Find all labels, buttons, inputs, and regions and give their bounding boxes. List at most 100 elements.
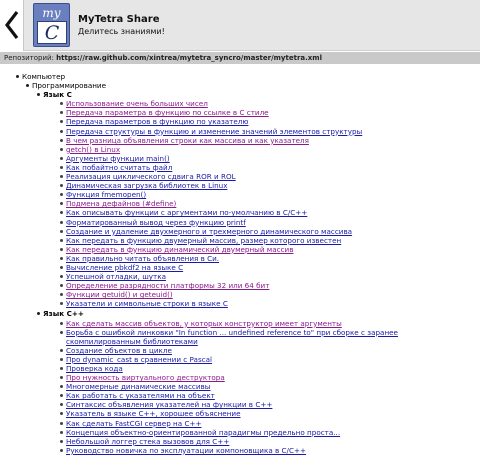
note-link[interactable]: Про dynamic_cast в сравнении с Pascal [60,355,480,364]
note-link[interactable]: Форматированный вывод через функцию prin… [60,218,480,227]
note-link[interactable]: Указатель в языке C++, хорошее объяснени… [60,409,480,419]
note-link[interactable]: getch() в Linux [60,145,480,154]
note-title: Как побайтно считать файл [66,162,173,172]
tree-node-label[interactable]: Язык C [37,90,480,99]
note-link[interactable]: Динамическая загрузка библиотек в Linux [60,181,480,191]
note-title: Как работать с указателями на объект [66,391,215,401]
note-link[interactable]: Использование очень больших чисел [60,99,480,108]
repository-url[interactable]: https://raw.github.com/xintrea/mytetra_s… [56,54,322,62]
bullet-icon [60,448,63,452]
tree-node-label[interactable]: Компьютер [16,72,480,81]
note-link[interactable]: Концепция объектно-ориентированной парад… [60,428,480,437]
notes-tree: Компьютер Программирование Язык C Исполь… [0,72,480,455]
note-list-item: Как правильно читать объявления в Си. [60,254,480,263]
note-list-item: Функции getuid() и geteuid() [60,290,480,299]
note-list-item: Передача параметров в функцию по указате… [60,117,480,126]
note-link[interactable]: Успешной отладки, шутка [60,272,480,281]
note-list-item: Как побайтно считать файл [60,162,480,172]
note-link[interactable]: Как передать в функцию динамический двум… [60,245,480,254]
bullet-icon [60,367,63,370]
note-title: Борьба с ошибкой линковки "In function .… [66,327,398,346]
note-link[interactable]: Функция fmemopen() [60,190,480,200]
bullet-icon [60,175,63,179]
bullet-icon [60,439,63,443]
note-link[interactable]: Как работать с указателями на объект [60,391,480,401]
note-link[interactable]: Аргументы функции main() [60,153,480,163]
tree-node-label[interactable]: Язык C++ [37,309,480,318]
bullet-icon [60,256,63,260]
note-list-item: Руководство новичка по эксплуатации комп… [60,445,480,455]
note-title: Подмена дефайнов (#define) [66,199,177,209]
note-link[interactable]: Вычисление pbkdf2 на языке C [60,263,480,272]
note-title: Небольшой логгер стека вызовов для C++ [66,436,230,446]
note-list-item: Указатель в языке C++, хорошее объяснени… [60,409,480,419]
note-title: Руководство новичка по эксплуатации комп… [66,445,307,455]
note-link[interactable]: Как побайтно считать файл [60,162,480,172]
bullet-icon [60,229,63,233]
note-link[interactable]: Синтаксис объявления указателей на функц… [60,400,480,409]
bullet-icon [26,84,29,88]
note-link[interactable]: Определение разрядности платформы 32 или… [60,281,480,290]
tree-node-lang-c: Язык C Использование очень больших чисел… [37,90,480,308]
bullet-icon [60,330,63,334]
note-list-item: Синтаксис объявления указателей на функц… [60,400,480,409]
bullet-icon [60,293,63,297]
note-list-item: Динамическая загрузка библиотек в Linux [60,181,480,191]
note-title: Проверка кода [66,364,123,373]
note-link[interactable]: Борьба с ошибкой линковки "In function .… [60,327,436,346]
note-title: В чем разница объявления строки как масс… [66,135,309,145]
bullet-icon [60,394,63,398]
bullet-icon [60,376,63,380]
note-list-item: Борьба с ошибкой линковки "In function .… [60,327,480,346]
note-list-item: Создание и удаление двухмерного и трехме… [60,226,480,236]
note-link[interactable]: В чем разница объявления строки как масс… [60,135,480,145]
note-title: Динамическая загрузка библиотек в Linux [66,181,228,191]
note-link[interactable]: Про нужность виртуального деструктора [60,373,480,382]
note-list-item: Успешной отладки, шутка [60,272,480,281]
note-title: Как сделать FastCGI сервер на C++ [66,418,202,428]
bullet-icon [16,75,19,78]
note-title: Реализация циклического сдвига ROR и ROL [66,172,236,182]
note-link[interactable]: Многомерные динамические массивы [60,382,480,391]
note-list-item: Передача параметра в функцию по ссылке в… [60,108,480,117]
bullet-icon [60,102,63,106]
bullet-icon [60,385,63,389]
note-link[interactable]: Передача параметра в функцию по ссылке в… [60,108,480,117]
note-title: Аргументы функции main() [66,153,170,163]
note-link[interactable]: Указатели и символьные строки в языке C [60,299,480,308]
note-link[interactable]: Передача структуры в функцию и изменение… [60,126,480,136]
note-link[interactable]: Функции getuid() и geteuid() [60,290,480,299]
tree-node-programming: Программирование Язык C Использование оч… [26,81,480,455]
note-title: Как описывать функции с аргументами по-у… [66,208,308,218]
note-link[interactable]: Небольшой логгер стека вызовов для C++ [60,436,480,446]
note-link[interactable]: Передача параметров в функцию по указате… [60,117,480,126]
note-list-item: Создание объектов в цикле [60,346,480,355]
note-link[interactable]: Создание объектов в цикле [60,346,480,355]
cpp-note-list: Как сделать массив объектов, у которых к… [43,319,480,455]
note-title: Как передать в функцию двумерный массив,… [66,235,342,245]
note-link[interactable]: Как сделать массив объектов, у которых к… [60,319,480,328]
note-link[interactable]: Как правильно читать объявления в Си. [60,254,480,263]
note-link[interactable]: Как сделать FastCGI сервер на C++ [60,418,480,428]
bullet-icon [60,421,63,425]
note-list-item: Как передать в функцию двумерный массив,… [60,235,480,245]
note-title: Указатель в языке C++, хорошее объяснени… [66,409,241,419]
app-subtitle: Делитесь знаниями! [78,27,165,36]
note-title: Функция fmemopen() [66,190,147,200]
bullet-icon [60,247,63,251]
note-link[interactable]: Подмена дефайнов (#define) [60,199,480,209]
tree-node-label[interactable]: Программирование [26,81,480,90]
bullet-icon [60,357,63,361]
note-link[interactable]: Как описывать функции с аргументами по-у… [60,208,480,218]
note-link[interactable]: Реализация циклического сдвига ROR и ROL [60,172,480,182]
note-title: Создание и удаление двухмерного и трехме… [66,226,353,236]
back-button[interactable] [0,0,24,51]
note-link[interactable]: Руководство новичка по эксплуатации комп… [60,445,480,455]
note-list-item: Как описывать функции с аргументами по-у… [60,208,480,218]
note-link[interactable]: Как передать в функцию двумерный массив,… [60,235,480,245]
note-link[interactable]: Проверка кода [60,364,480,373]
bullet-icon [60,321,63,325]
note-title: Передача структуры в функцию и изменение… [66,126,363,136]
note-list-item: Небольшой логгер стека вызовов для C++ [60,436,480,446]
note-link[interactable]: Создание и удаление двухмерного и трехме… [60,226,480,236]
